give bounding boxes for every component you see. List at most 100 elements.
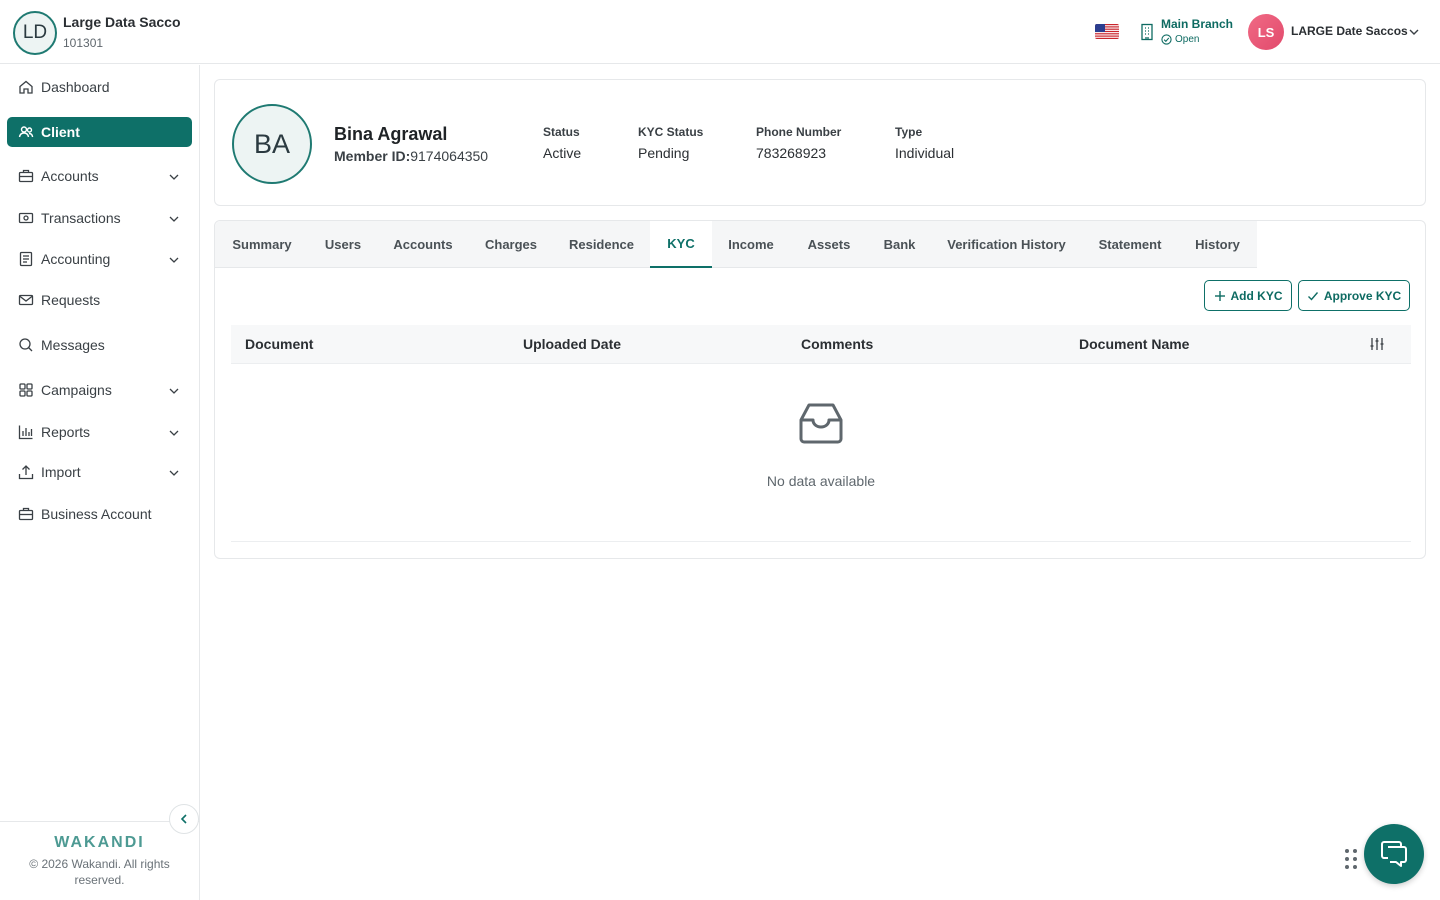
kyc-table-header: Document Uploaded Date Comments Document… (231, 325, 1411, 364)
sidebar-item-label: Messages (41, 337, 105, 353)
sidebar-item-campaigns[interactable]: Campaigns (7, 375, 192, 405)
sidebar-item-messages[interactable]: Messages (7, 330, 192, 360)
tab-charges[interactable]: Charges (469, 221, 553, 268)
tab-summary[interactable]: Summary (215, 221, 309, 268)
tab-bar: Summary Users Accounts Charges Residence… (215, 221, 1257, 268)
tab-bank[interactable]: Bank (868, 221, 931, 268)
stat-value: Pending (638, 145, 690, 161)
sidebar-item-accounting[interactable]: Accounting (7, 244, 192, 274)
add-kyc-button[interactable]: Add KYC (1204, 280, 1292, 311)
tab-accounts[interactable]: Accounts (377, 221, 469, 268)
bar-chart-icon (18, 424, 34, 440)
sidebar-item-client[interactable]: Client (7, 117, 192, 147)
column-settings-icon[interactable] (1369, 336, 1385, 352)
sidebar-item-reports[interactable]: Reports (7, 417, 192, 447)
tab-income[interactable]: Income (712, 221, 790, 268)
brand-logo: WAKANDI (54, 834, 145, 851)
client-avatar: BA (232, 104, 312, 184)
chevron-down-icon[interactable] (1408, 25, 1420, 37)
column-header-document[interactable]: Document (245, 336, 313, 352)
sidebar-item-label: Import (41, 464, 81, 480)
sidebar-item-label: Requests (41, 292, 101, 308)
sidebar-item-label: Transactions (41, 210, 121, 226)
sidebar-item-import[interactable]: Import (7, 457, 192, 487)
user-name[interactable]: LARGE Date Saccos (1291, 24, 1408, 38)
plus-icon (1214, 290, 1225, 301)
sidebar-item-transactions[interactable]: Transactions (7, 203, 192, 233)
sidebar-item-label: Accounting (41, 251, 111, 267)
tab-assets[interactable]: Assets (790, 221, 868, 268)
sidebar-item-business-account[interactable]: Business Account (7, 499, 192, 529)
branch-status-label: Open (1175, 34, 1200, 45)
home-icon (18, 79, 34, 95)
chevron-down-icon[interactable] (168, 384, 180, 396)
tab-statement[interactable]: Statement (1082, 221, 1178, 268)
sidebar-item-accounts[interactable]: Accounts (7, 161, 192, 191)
inbox-icon (798, 402, 844, 444)
upload-icon (18, 464, 34, 480)
cash-icon (18, 210, 34, 226)
sidebar-item-label: Client (41, 124, 80, 140)
approve-kyc-label: Approve KYC (1323, 288, 1402, 303)
tab-residence[interactable]: Residence (553, 221, 650, 268)
org-avatar[interactable]: LD (13, 11, 57, 55)
briefcase-icon (18, 168, 34, 184)
stat-kyc-status: KYC Status Pending (638, 125, 703, 161)
member-id-label: Member ID: (334, 148, 411, 164)
chevron-down-icon[interactable] (168, 466, 180, 478)
stat-status: Status Active (543, 125, 581, 161)
tab-users[interactable]: Users (309, 221, 377, 268)
user-avatar[interactable]: LS (1248, 14, 1284, 50)
tab-history[interactable]: History (1178, 221, 1257, 268)
client-name: Bina Agrawal (334, 124, 448, 144)
client-profile-card: BA Bina Agrawal Member ID:9174064350 Sta… (214, 79, 1426, 206)
chevron-down-icon[interactable] (168, 212, 180, 224)
chevron-down-icon[interactable] (168, 170, 180, 182)
org-code: 101301 (63, 36, 104, 50)
org-name: Large Data Sacco (63, 14, 181, 30)
sidebar-item-label: Reports (41, 424, 91, 440)
chevron-down-icon[interactable] (168, 426, 180, 438)
stat-label: Status (543, 125, 580, 139)
tab-verification-history[interactable]: Verification History (931, 221, 1082, 268)
sidebar: Dashboard Client Accounts Transactions A… (0, 65, 200, 900)
copyright: © 2026 Wakandi. All rights reserved. (29, 857, 170, 887)
briefcase-icon (18, 506, 34, 522)
tab-kyc[interactable]: KYC (650, 221, 712, 268)
top-header: LD Large Data Sacco 101301 Main Branch O… (0, 0, 1440, 64)
check-icon (1307, 291, 1318, 301)
support-chat-button[interactable] (1364, 824, 1424, 884)
add-kyc-label: Add KYC (1230, 288, 1283, 303)
sidebar-item-label: Dashboard (41, 79, 110, 95)
chevron-left-icon (180, 814, 187, 824)
approve-kyc-button[interactable]: Approve KYC (1298, 280, 1410, 311)
chevron-down-icon[interactable] (168, 253, 180, 265)
chat-search-icon (18, 337, 34, 353)
stat-phone-number: Phone Number 783268923 (756, 125, 841, 161)
ledger-icon (18, 251, 34, 267)
column-header-document-name[interactable]: Document Name (1079, 336, 1189, 352)
client-detail-panel: Summary Users Accounts Charges Residence… (214, 220, 1426, 559)
chat-icon (1381, 841, 1407, 867)
sidebar-item-dashboard[interactable]: Dashboard (7, 72, 192, 102)
column-header-comments[interactable]: Comments (801, 336, 873, 352)
drag-handle-icon[interactable] (1344, 848, 1358, 870)
branch-status: Open (1161, 34, 1199, 45)
check-circle-icon (1161, 34, 1172, 45)
stat-label: Phone Number (756, 125, 842, 139)
stat-label: KYC Status (638, 125, 704, 139)
kyc-table-empty-state: No data available (231, 364, 1411, 542)
stat-value: Individual (895, 145, 955, 161)
building-icon[interactable] (1140, 23, 1154, 41)
stat-value: 783268923 (756, 145, 827, 161)
member-id: Member ID:9174064350 (334, 148, 488, 164)
column-header-uploaded-date[interactable]: Uploaded Date (523, 336, 621, 352)
us-flag-icon[interactable] (1095, 24, 1119, 39)
users-icon (18, 124, 34, 140)
sidebar-item-label: Campaigns (41, 382, 112, 398)
collapse-sidebar-button[interactable] (169, 804, 199, 834)
member-id-value: 9174064350 (410, 148, 489, 164)
sidebar-item-requests[interactable]: Requests (7, 285, 192, 315)
branch-name[interactable]: Main Branch (1161, 17, 1233, 31)
grid-icon (18, 382, 34, 398)
